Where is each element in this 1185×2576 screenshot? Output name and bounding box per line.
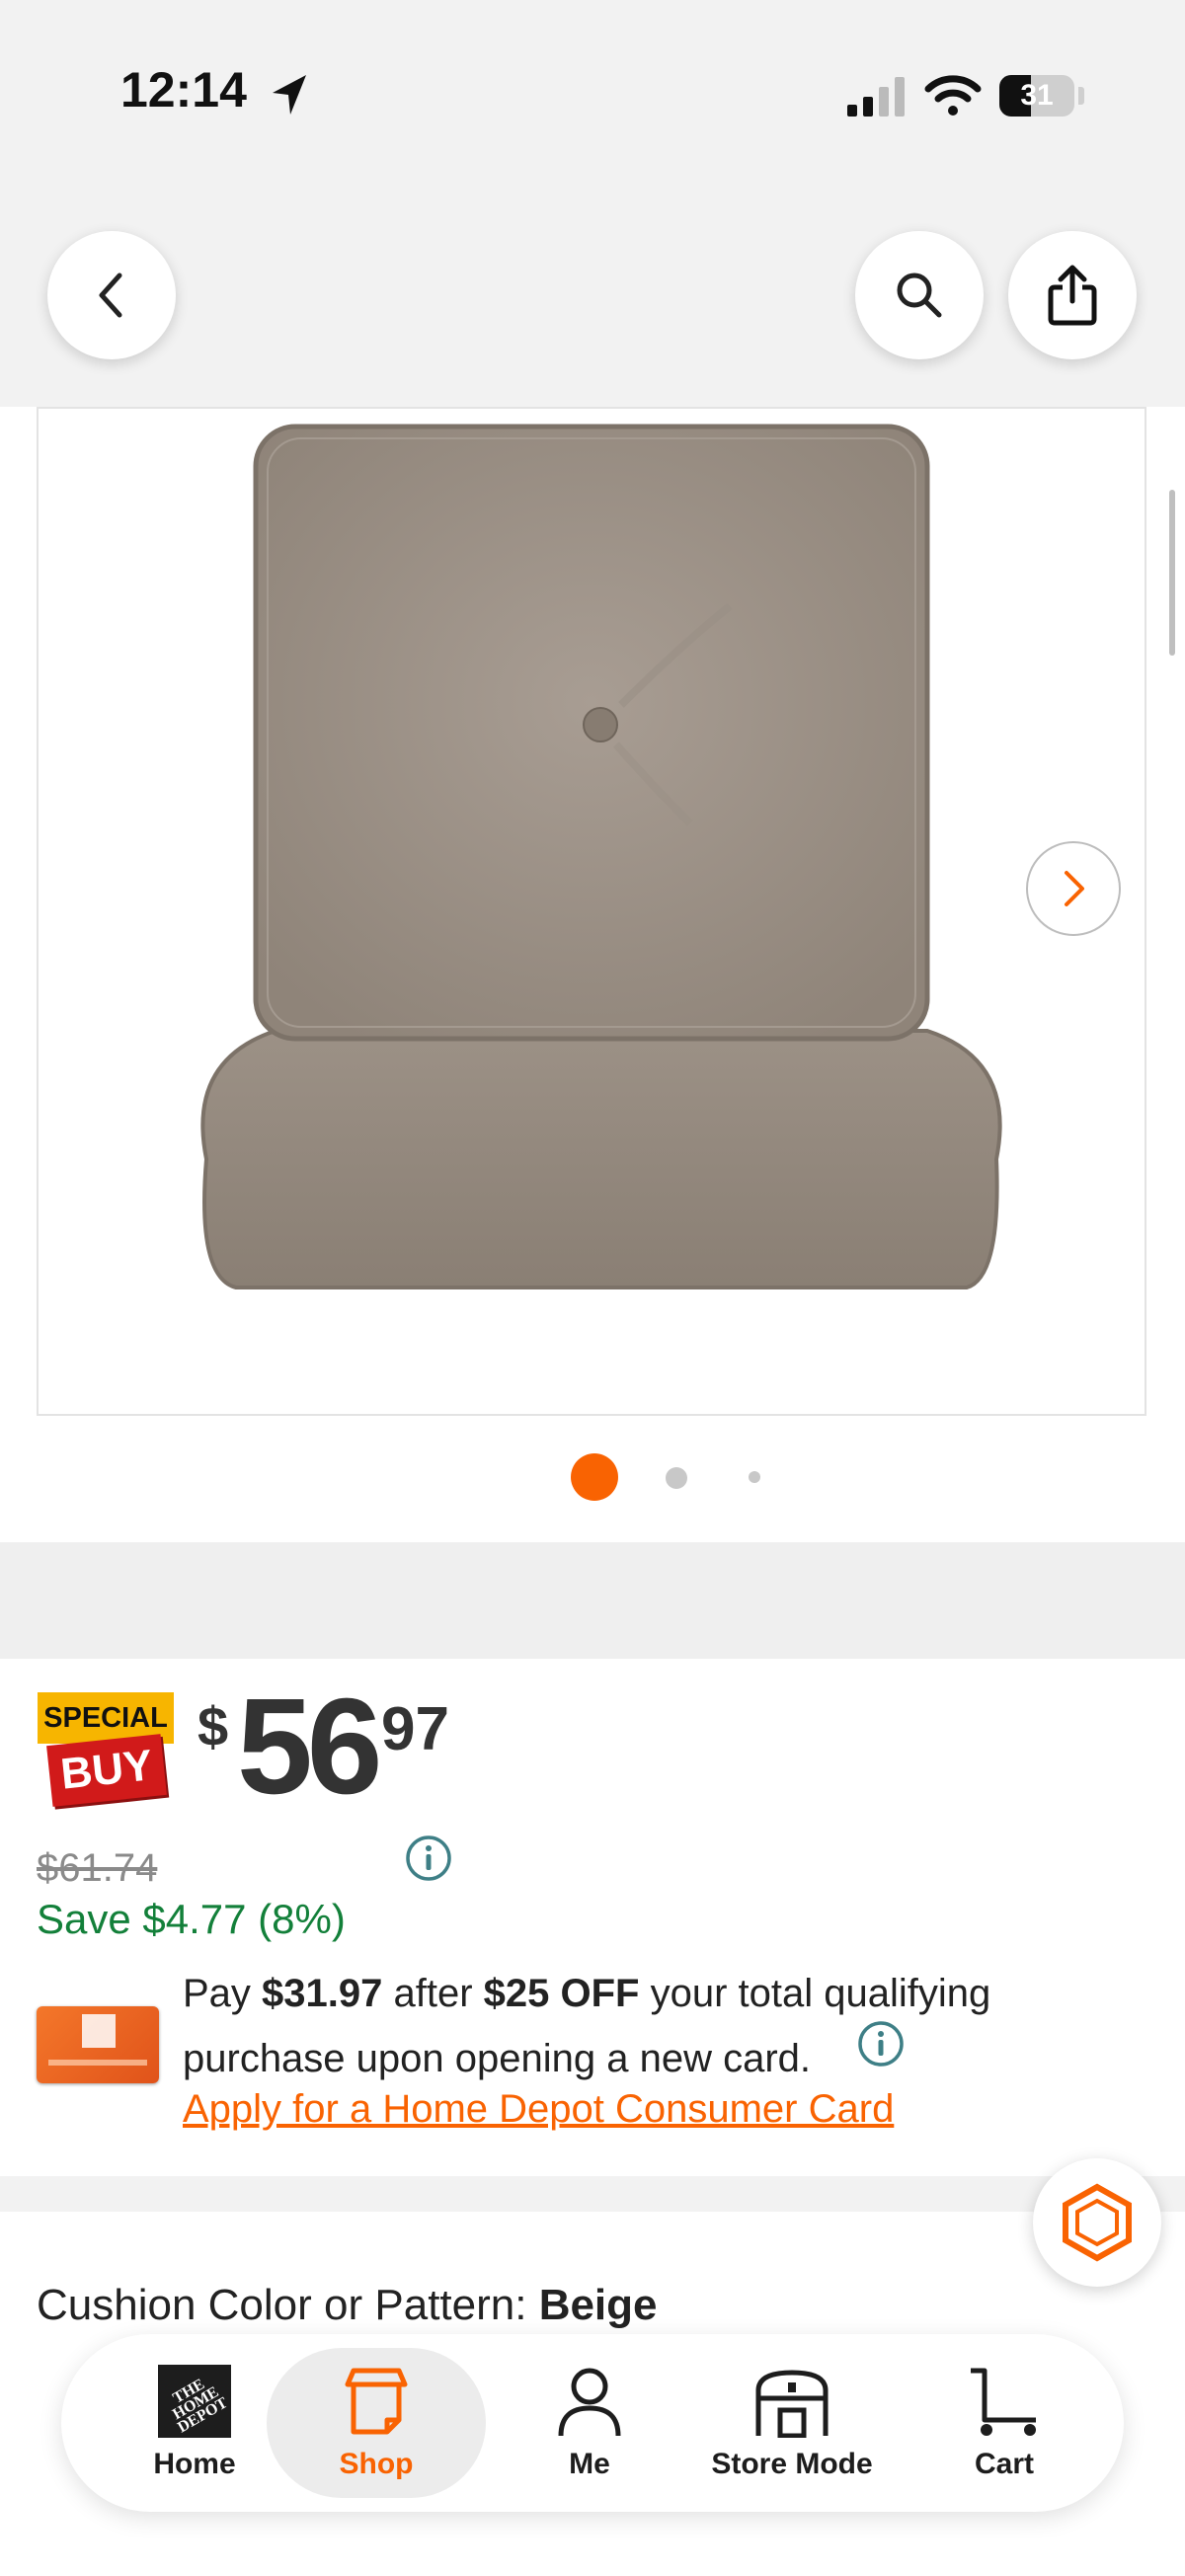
- back-button[interactable]: [47, 231, 176, 359]
- home-depot-logo-icon: THE HOME DEPOT: [158, 2365, 231, 2438]
- price-cents: 97: [381, 1695, 449, 1763]
- card-number-line: [48, 2060, 147, 2066]
- cellular-signal-icon: [847, 77, 905, 117]
- savings-text: Save $4.77 (8%): [37, 1896, 346, 1942]
- scroll-indicator[interactable]: [1169, 490, 1175, 656]
- share-button[interactable]: [1008, 231, 1137, 359]
- section-divider: [0, 1542, 1185, 1659]
- next-image-button[interactable]: [1026, 841, 1121, 936]
- wifi-icon: [924, 75, 982, 116]
- cushion-color-label: Cushion Color or Pattern: Beige: [37, 2281, 658, 2330]
- tab-cart[interactable]: Cart: [930, 2334, 1078, 2512]
- info-icon[interactable]: [857, 2020, 905, 2068]
- battery-tip: [1078, 87, 1084, 105]
- battery-icon: 31: [999, 75, 1074, 117]
- status-time: 12:14: [120, 62, 247, 117]
- bottom-tab-bar: THE HOME DEPOT Home Shop Me Store Mode C…: [61, 2334, 1124, 2512]
- offer-after-label: after: [382, 1972, 484, 2015]
- shop-icon: [345, 2368, 408, 2435]
- original-price: $61.74: [37, 1846, 158, 1890]
- assistant-button[interactable]: [1033, 2158, 1161, 2287]
- share-icon: [1048, 265, 1097, 326]
- carousel-dot[interactable]: [749, 1471, 760, 1483]
- chevron-right-icon: [1065, 871, 1084, 906]
- carousel-dot-active[interactable]: [571, 1453, 618, 1501]
- location-arrow-icon: [273, 75, 306, 115]
- tab-store-mode[interactable]: Store Mode: [673, 2334, 910, 2512]
- info-icon[interactable]: [405, 1834, 452, 1882]
- search-button[interactable]: [855, 231, 984, 359]
- hexagon-assistant-icon: [1063, 2183, 1132, 2262]
- apply-card-link[interactable]: Apply for a Home Depot Consumer Card: [183, 2087, 894, 2132]
- search-icon: [897, 273, 942, 318]
- carousel-dot[interactable]: [666, 1467, 687, 1489]
- offer-pay-label: Pay: [183, 1972, 263, 2015]
- price-currency: $: [198, 1695, 229, 1757]
- credit-card-image: [37, 2006, 159, 2083]
- battery-level: 31: [1020, 79, 1054, 112]
- store-icon: [755, 2370, 829, 2438]
- price-dollars: 56: [237, 1671, 382, 1823]
- tab-me-label: Me: [569, 2448, 610, 2480]
- tab-cart-label: Cart: [974, 2448, 1034, 2480]
- card-offer-text: Pay $31.97 after $25 OFF your total qual…: [183, 1961, 1071, 2091]
- tab-home-label: Home: [153, 2448, 236, 2480]
- tab-home[interactable]: THE HOME DEPOT Home: [101, 2334, 288, 2512]
- chevron-left-icon: [99, 273, 122, 318]
- person-icon: [558, 2368, 621, 2437]
- tab-shop-label: Shop: [339, 2448, 414, 2480]
- card-logo-icon: [82, 2014, 116, 2048]
- special-buy-badge: SPECIAL BUY: [38, 1692, 174, 1817]
- tab-store-mode-label: Store Mode: [711, 2448, 873, 2480]
- offer-discount: $25 OFF: [483, 1972, 640, 2015]
- offer-pay-amount: $31.97: [262, 1972, 383, 2015]
- tab-shop[interactable]: Shop: [267, 2348, 486, 2498]
- product-image-cushion: [200, 424, 1002, 1289]
- badge-buy-text: BUY: [46, 1734, 167, 1807]
- cart-icon: [971, 2368, 1036, 2436]
- tab-me[interactable]: Me: [525, 2334, 654, 2512]
- cushion-label-text: Cushion Color or Pattern:: [37, 2281, 539, 2329]
- product-image-frame[interactable]: [37, 407, 1146, 1416]
- cushion-value: Beige: [538, 2281, 658, 2329]
